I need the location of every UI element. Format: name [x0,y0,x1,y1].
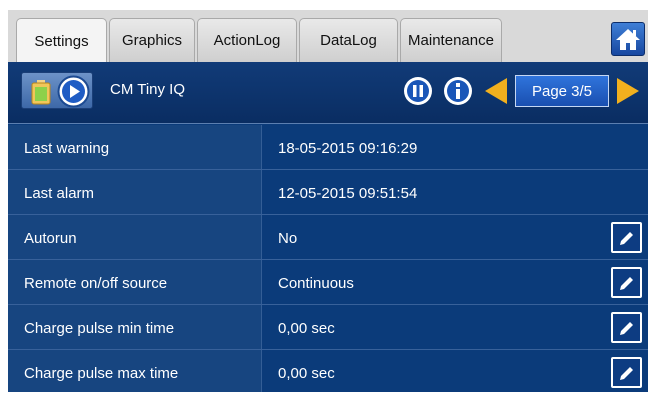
pencil-icon [619,231,633,245]
play-icon [57,75,90,108]
pause-icon[interactable] [403,76,433,106]
row-value: 0,00 sec [278,365,335,382]
battery-icon [31,80,51,105]
edit-remote-source-button[interactable] [611,267,642,298]
page-indicator[interactable]: Page 3/5 [515,75,609,107]
arrow-left-icon[interactable] [483,76,509,106]
table-row: Last warning 18-05-2015 09:16:29 [8,125,648,170]
row-label: Remote on/off source [24,275,168,292]
row-label: Autorun [24,230,77,247]
edit-autorun-button[interactable] [611,222,642,253]
pencil-icon [619,366,633,380]
tab-bar: Settings Graphics ActionLog DataLog Main… [8,10,648,63]
home-icon [616,29,640,50]
table-row: Charge pulse max time 0,00 sec [8,350,648,392]
table-row: Remote on/off source Continuous [8,260,648,305]
arrow-right-icon[interactable] [615,76,641,106]
controller-screen: Settings Graphics ActionLog DataLog Main… [8,10,648,392]
row-value: No [278,230,298,247]
tab-graphics[interactable]: Graphics [109,18,195,62]
tab-maintenance[interactable]: Maintenance [400,18,502,62]
table-row: Charge pulse min time 0,00 sec [8,305,648,350]
row-value: Continuous [278,275,354,292]
edit-pulse-min-button[interactable] [611,312,642,343]
device-name: CM Tiny IQ [110,81,186,98]
header-bar: CM Tiny IQ Page 3/5 [8,62,648,124]
row-label: Charge pulse min time [24,320,175,337]
tab-settings[interactable]: Settings [16,18,107,63]
tab-datalog[interactable]: DataLog [299,18,398,62]
row-label: Last warning [24,140,110,157]
row-value: 12-05-2015 09:51:54 [278,185,418,202]
info-icon[interactable] [443,76,473,106]
home-button[interactable] [611,22,645,56]
settings-table: Last warning 18-05-2015 09:16:29 Last al… [8,125,648,392]
row-label: Charge pulse max time [24,365,179,382]
row-label: Last alarm [24,185,95,202]
pencil-icon [619,276,633,290]
run-status-box[interactable] [21,72,93,109]
row-value: 0,00 sec [278,320,335,337]
table-row: Autorun No [8,215,648,260]
edit-pulse-max-button[interactable] [611,357,642,388]
tab-actionlog[interactable]: ActionLog [197,18,297,62]
table-row: Last alarm 12-05-2015 09:51:54 [8,170,648,215]
pencil-icon [619,321,633,335]
row-value: 18-05-2015 09:16:29 [278,140,418,157]
